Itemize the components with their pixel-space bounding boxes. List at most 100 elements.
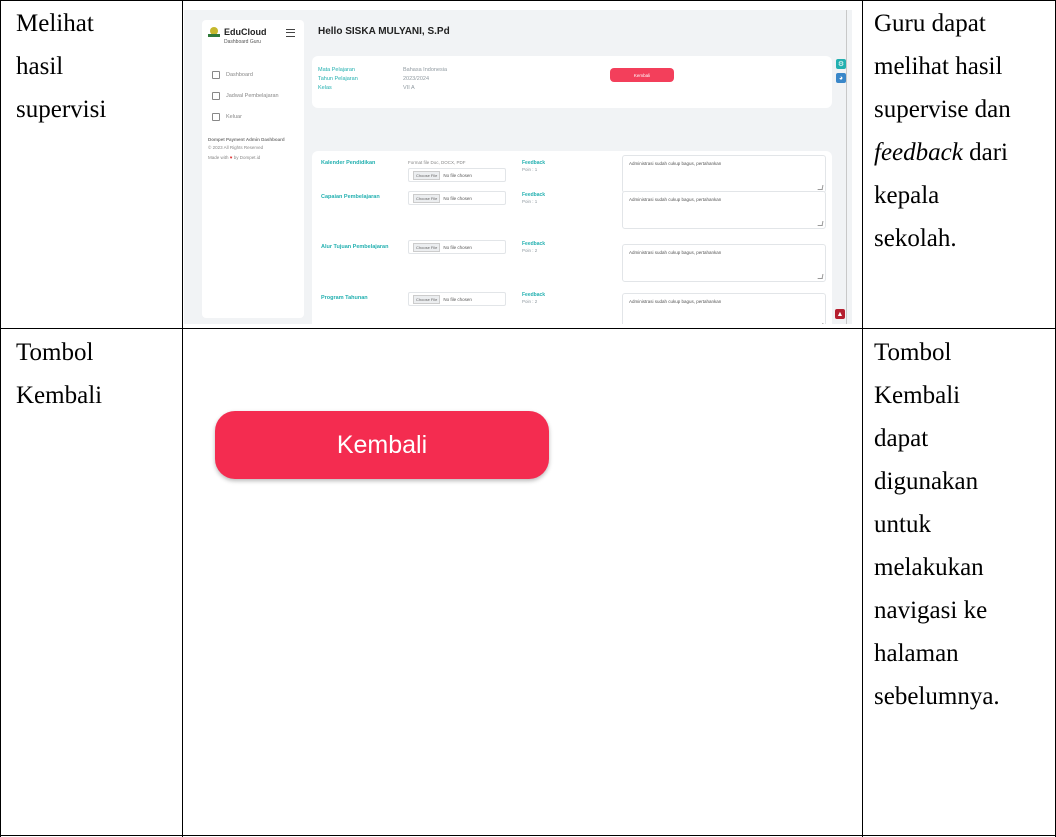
feedback-textarea[interactable]: Administrasi sudah cukup bagus, pertahan…: [622, 244, 826, 282]
info-label: Mata Pelajaran: [318, 67, 355, 73]
footer-copyright: © 2023 All Rights Reserved: [208, 145, 264, 150]
calendar-icon: [212, 92, 220, 100]
table-border-bottom: [0, 835, 1056, 836]
sidebar-item-label: Dashboard: [226, 72, 253, 78]
row1-description-line: supervise dan: [874, 96, 1011, 123]
menu-icon[interactable]: [286, 29, 295, 37]
feedback-italic-word: feedback: [874, 139, 963, 166]
row2-description-line: digunakan: [874, 468, 979, 495]
feedback-textarea[interactable]: Administrasi sudah cukup bagus, pertahan…: [622, 293, 826, 324]
row2-description-line: sebelumnya.: [874, 683, 1000, 710]
no-file-text: No file chosen: [443, 296, 472, 302]
row2-description-line: halaman: [874, 640, 959, 667]
feedback-label: Feedback: [522, 241, 546, 247]
row2-description-line: dapat: [874, 425, 929, 452]
sidebar-item-dashboard[interactable]: Dashboard: [212, 71, 253, 79]
row1-description-line: kepala: [874, 182, 940, 209]
choose-file-button[interactable]: Choose File: [413, 294, 441, 304]
row2-description-line: untuk: [874, 511, 931, 538]
column-divider-1: [182, 0, 183, 837]
column-divider-2: [862, 0, 863, 837]
row2-description-line: Tombol: [874, 339, 952, 366]
brand: EduCloud: [208, 26, 267, 38]
no-file-text: No file chosen: [443, 244, 472, 250]
dashboard-icon: [212, 71, 220, 79]
choose-file-button[interactable]: Choose File: [413, 170, 441, 180]
file-input[interactable]: Choose File No file chosen: [408, 292, 506, 306]
file-input[interactable]: Choose File No file chosen: [408, 191, 506, 205]
logout-icon: [212, 113, 220, 121]
feedback-point: Poin : 1: [522, 167, 538, 172]
row2-feature-line: Tombol: [16, 339, 94, 366]
no-file-text: No file chosen: [443, 172, 472, 178]
row2-description-cell: Tombol Kembali dapat digunakan untuk mel…: [874, 331, 1000, 718]
row2-description-line: navigasi ke: [874, 597, 988, 624]
footer-title: Dompet Payment Admin Dashboard: [208, 137, 285, 142]
back-button-small[interactable]: Kembali: [610, 68, 674, 82]
sidebar-item-label: Keluar: [226, 114, 242, 120]
feedback-point: Poin : 2: [522, 248, 538, 253]
feedback-point: Poin : 1: [522, 199, 538, 204]
info-value: Bahasa Indonesia: [403, 67, 448, 73]
sidebar: EduCloud Dashboard Guru Dashboard Jadwal…: [202, 20, 304, 318]
row1-feature-line: Melihat: [16, 10, 94, 37]
document-name: Alur Tujuan Pembelajaran: [321, 244, 389, 250]
info-value: VII A: [403, 85, 415, 91]
feedback-text: Administrasi sudah cukup bagus, pertahan…: [629, 250, 722, 255]
feedback-point: Poin : 2: [522, 299, 538, 304]
table-border-left: [0, 0, 1, 837]
feedback-text: Administrasi sudah cukup bagus, pertahan…: [629, 299, 722, 304]
feedback-label: Feedback: [522, 292, 546, 298]
table-border-top: [0, 0, 1056, 1]
file-input[interactable]: Choose File No file chosen: [408, 240, 506, 254]
document-name: Capaian Pembelajaran: [321, 194, 380, 200]
feedback-textarea[interactable]: Administrasi sudah cukup bagus, pertahan…: [622, 155, 826, 193]
document-name: Program Tahunan: [321, 295, 368, 301]
row1-description-line: feedback dari: [874, 139, 1008, 166]
scrollbar[interactable]: [846, 10, 847, 324]
sidebar-item-keluar[interactable]: Keluar: [212, 113, 242, 121]
row2-description-line: Kembali: [874, 382, 961, 409]
theme-icon[interactable]: ◕: [836, 73, 846, 83]
feedback-textarea[interactable]: Administrasi sudah cukup bagus, pertahan…: [622, 191, 826, 229]
sidebar-item-label: Jadwal Pembelajaran: [226, 93, 279, 99]
file-format-hint: Format file Doc, DOCX, PDF: [408, 160, 466, 165]
settings-icon[interactable]: ⚙: [836, 59, 846, 69]
heart-icon: ♥: [229, 155, 233, 160]
footer-made-with: Made with ♥ by Dompet.id: [208, 155, 260, 160]
row1-description-line: sekolah.: [874, 225, 957, 252]
info-value: 2023/2024: [403, 76, 429, 82]
row1-description-line: Guru dapat: [874, 10, 986, 37]
documents-card: Kalender Pendidikan Format file Doc, DOC…: [312, 151, 832, 324]
row-divider: [0, 328, 1056, 329]
row1-description-line: melihat hasil: [874, 53, 1003, 80]
row2-feature-line: Kembali: [16, 382, 103, 409]
choose-file-button[interactable]: Choose File: [413, 193, 441, 203]
no-file-text: No file chosen: [443, 195, 472, 201]
footer-made-suffix: by Dompet.id: [233, 155, 261, 160]
greeting: Hello SISKA MULYANI, S.Pd: [318, 26, 450, 37]
row1-feature-cell: Melihat hasil supervisi: [16, 2, 106, 131]
scroll-top-icon[interactable]: ▲: [835, 309, 845, 319]
educloud-logo-icon: [208, 26, 220, 38]
supervision-result-screenshot: EduCloud Dashboard Guru Dashboard Jadwal…: [184, 10, 852, 324]
footer-made-prefix: Made with: [208, 155, 229, 160]
row2-feature-cell: Tombol Kembali: [16, 331, 102, 417]
sidebar-item-jadwal[interactable]: Jadwal Pembelajaran: [212, 92, 279, 100]
row1-feature-line: supervisi: [16, 96, 107, 123]
choose-file-button[interactable]: Choose File: [413, 242, 441, 252]
back-button[interactable]: Kembali: [215, 411, 549, 479]
row1-description-cell: Guru dapat melihat hasil supervise dan f…: [874, 2, 1011, 260]
feedback-text: Administrasi sudah cukup bagus, pertahan…: [629, 197, 722, 202]
info-label: Kelas: [318, 85, 332, 91]
row1-feature-line: hasil: [16, 53, 64, 80]
feedback-text: Administrasi sudah cukup bagus, pertahan…: [629, 161, 722, 166]
app-subtitle: Dashboard Guru: [224, 39, 261, 45]
feedback-label: Feedback: [522, 192, 546, 198]
document-name: Kalender Pendidikan: [321, 160, 376, 166]
info-label: Tahun Pelajaran: [318, 76, 358, 82]
file-input[interactable]: Choose File No file chosen: [408, 168, 506, 182]
feedback-label: Feedback: [522, 160, 546, 166]
app-name: EduCloud: [224, 27, 267, 37]
info-card: Mata Pelajaran Bahasa Indonesia Tahun Pe…: [312, 56, 832, 108]
